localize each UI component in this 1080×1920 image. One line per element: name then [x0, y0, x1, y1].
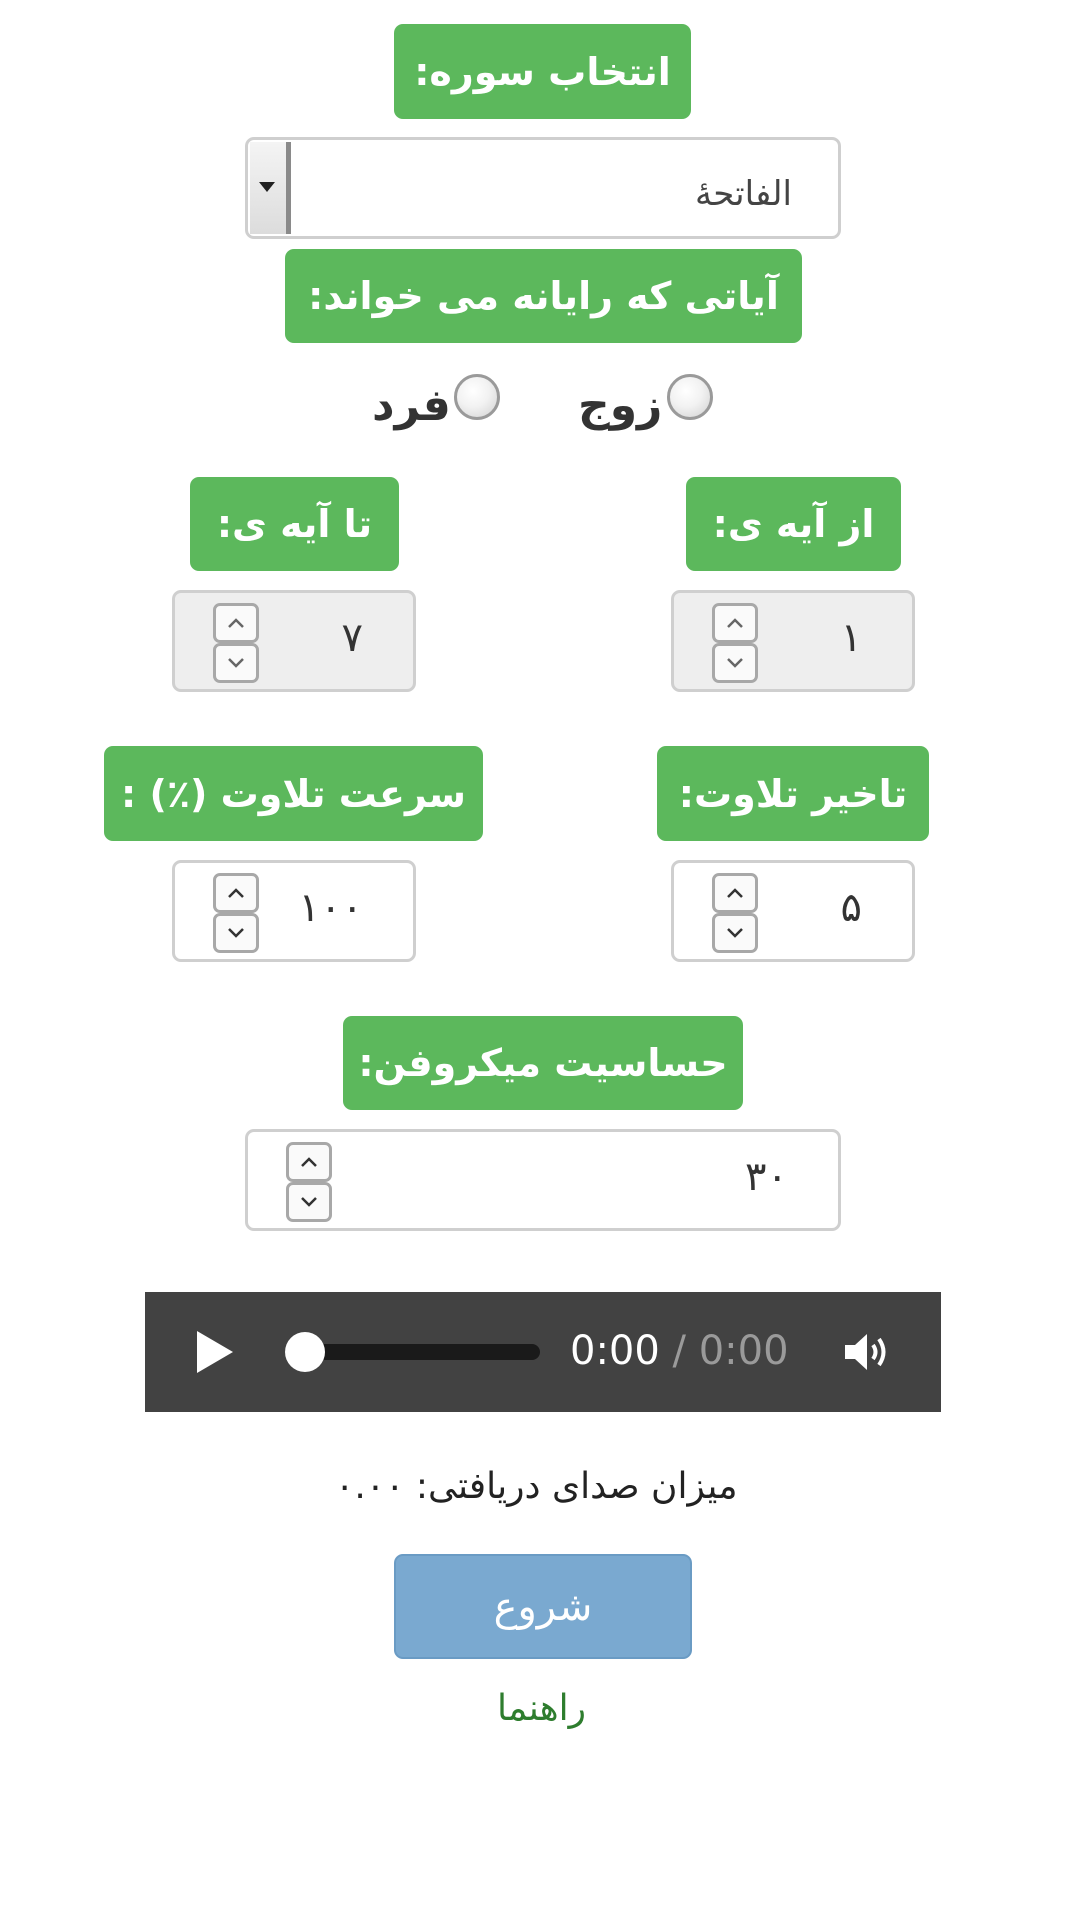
play-icon[interactable] [195, 1329, 235, 1375]
recite-delay-value: ۵ [840, 885, 862, 931]
chevron-down-icon[interactable] [712, 913, 758, 953]
recite-speed-label: سرعت تلاوت (٪) : [104, 746, 483, 841]
chevron-up-icon[interactable] [213, 603, 259, 643]
recite-speed-input[interactable]: ۱۰۰ [172, 860, 416, 962]
duration-time: 0:00 [698, 1328, 789, 1374]
dropdown-arrow-icon[interactable] [250, 142, 291, 234]
chevron-up-icon[interactable] [213, 873, 259, 913]
mic-sensitivity-label: حساسیت میکروفن: [343, 1016, 743, 1110]
chevron-down-icon[interactable] [213, 643, 259, 683]
volume-icon[interactable] [843, 1330, 895, 1374]
recite-delay-label: تاخیر تلاوت: [657, 746, 929, 841]
chevron-up-icon[interactable] [286, 1142, 332, 1182]
received-volume-text: میزان صدای دریافتی: ۰.۰۰ [335, 1466, 738, 1507]
from-verse-label: از آیه ی: [686, 477, 901, 571]
chevron-up-icon[interactable] [712, 603, 758, 643]
radio-even[interactable] [667, 374, 713, 420]
time-separator: / [659, 1328, 699, 1374]
start-button[interactable]: شروع [394, 1554, 692, 1659]
verses-read-label: آیاتی که رایانه می خواند: [285, 249, 802, 343]
mic-sensitivity-input[interactable]: ۳۰ [245, 1129, 841, 1231]
seek-handle[interactable] [285, 1332, 325, 1372]
surah-select[interactable]: الفاتحۀ [245, 137, 841, 239]
current-time: 0:00 [570, 1328, 660, 1374]
radio-odd-label: فرد [372, 380, 451, 431]
surah-selected-value: الفاتحۀ [694, 174, 792, 214]
to-verse-value: ۷ [341, 615, 363, 661]
recite-speed-value: ۱۰۰ [298, 885, 363, 931]
mic-sensitivity-value: ۳۰ [745, 1154, 788, 1200]
from-verse-value: ۱ [840, 615, 862, 661]
help-link[interactable]: راهنما [497, 1688, 586, 1729]
seek-bar[interactable] [285, 1332, 540, 1372]
chevron-down-icon[interactable] [213, 913, 259, 953]
time-display: 0:00 / 0:00 [570, 1328, 789, 1374]
chevron-down-icon[interactable] [712, 643, 758, 683]
chevron-down-icon[interactable] [286, 1182, 332, 1222]
chevron-up-icon[interactable] [712, 873, 758, 913]
recite-delay-input[interactable]: ۵ [671, 860, 915, 962]
audio-player: 0:00 / 0:00 [145, 1292, 941, 1412]
surah-label: انتخاب سوره: [394, 24, 691, 119]
radio-odd[interactable] [454, 374, 500, 420]
to-verse-label: تا آیه ی: [190, 477, 399, 571]
from-verse-input[interactable]: ۱ [671, 590, 915, 692]
to-verse-input[interactable]: ۷ [172, 590, 416, 692]
radio-even-label: زوج [578, 380, 663, 431]
